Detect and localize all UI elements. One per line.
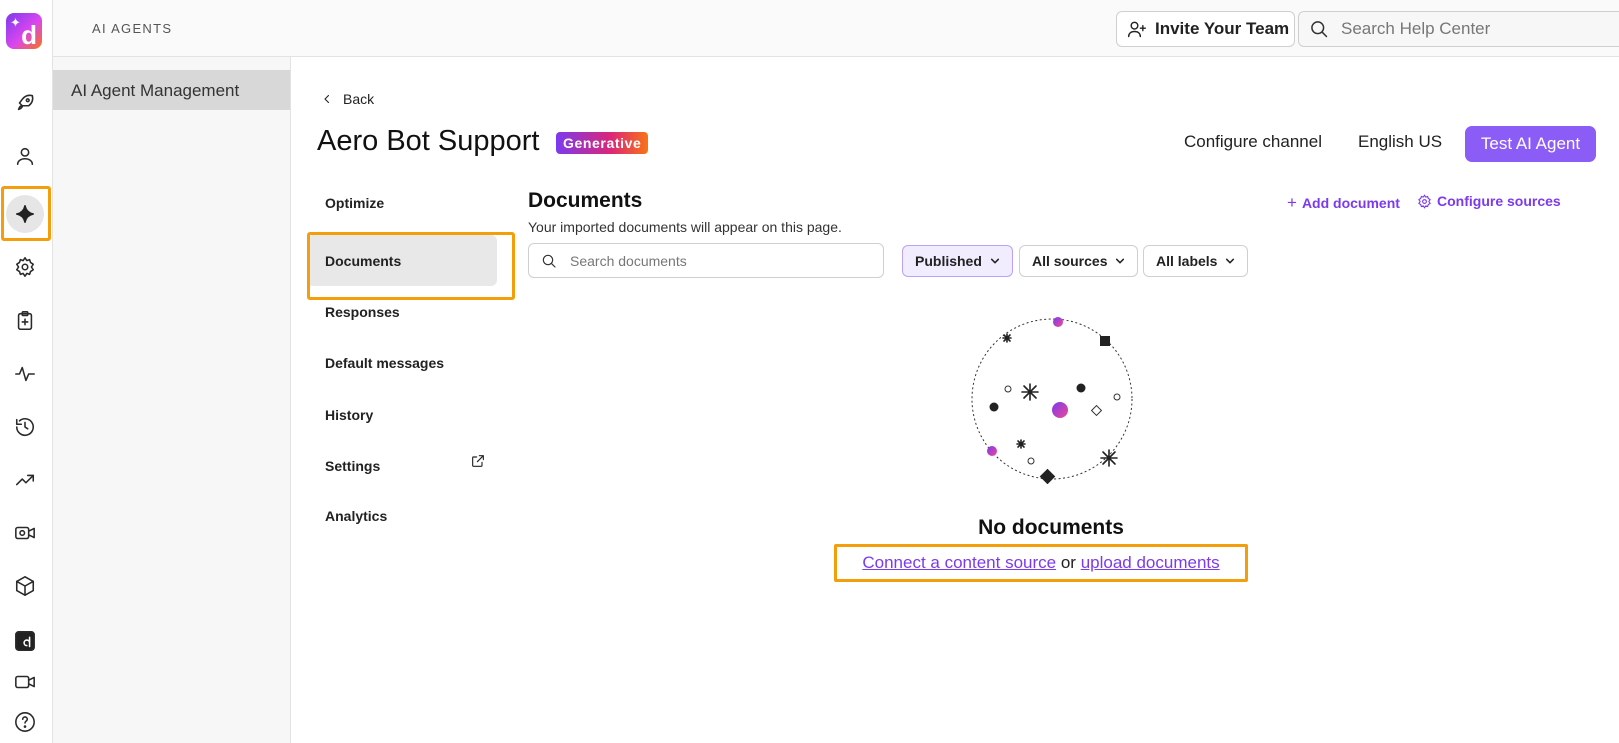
add-document-button[interactable]: + Add document	[1287, 193, 1400, 213]
back-label: Back	[343, 91, 375, 107]
breadcrumb: AI AGENTS	[92, 21, 173, 36]
documents-title: Documents	[528, 189, 643, 212]
sources-filter-value: All sources	[1032, 253, 1108, 269]
plus-icon: +	[1287, 193, 1297, 212]
clipboard-sparkle-icon[interactable]	[9, 305, 41, 337]
active-highlight-box	[1, 186, 51, 241]
documents-subtitle: Your imported documents will appear on t…	[528, 219, 842, 235]
connect-content-source-link[interactable]: Connect a content source	[862, 553, 1056, 572]
status-filter-value: Published	[915, 253, 982, 269]
top-bar: AI AGENTS Invite Your Team	[53, 0, 1619, 57]
upload-documents-link[interactable]: upload documents	[1081, 553, 1220, 572]
user-plus-icon	[1127, 21, 1147, 38]
help-center-search[interactable]	[1298, 11, 1619, 47]
configure-channel-button[interactable]: Configure channel	[1184, 132, 1322, 152]
or-text: or	[1060, 553, 1076, 572]
documents-search-input[interactable]	[570, 252, 860, 269]
gear-icon	[1418, 193, 1431, 209]
empty-state-actions: Connect a content source or upload docum…	[834, 553, 1248, 573]
logo-sparkle-icon: ✦	[10, 15, 21, 30]
video-gear-icon[interactable]	[9, 517, 41, 549]
empty-state-illustration	[971, 317, 1133, 484]
labels-filter-value: All labels	[1156, 253, 1218, 269]
camera-icon[interactable]	[9, 666, 41, 698]
pulse-icon[interactable]	[9, 358, 41, 390]
search-icon	[542, 254, 556, 268]
test-ai-agent-button[interactable]: Test AI Agent	[1465, 126, 1596, 162]
main-content: Back Aero Bot Support Generative Configu…	[291, 57, 1619, 743]
external-link-icon[interactable]	[470, 453, 486, 469]
invite-team-label: Invite Your Team	[1155, 19, 1290, 38]
documents-search[interactable]	[528, 243, 884, 278]
tab-default-messages[interactable]: Default messages	[307, 337, 497, 388]
gear-icon[interactable]	[9, 251, 41, 283]
app-logo[interactable]: ✦ d	[6, 13, 42, 49]
tab-analytics[interactable]: Analytics	[307, 490, 497, 541]
chevron-down-icon	[1226, 258, 1235, 264]
status-filter-dropdown[interactable]: Published	[902, 245, 1013, 277]
tab-highlight-box	[307, 232, 515, 300]
chevron-down-icon	[1116, 258, 1125, 264]
cube-icon[interactable]	[9, 570, 41, 602]
chevron-down-icon	[990, 258, 999, 264]
labels-filter-dropdown[interactable]: All labels	[1143, 245, 1249, 277]
tab-settings[interactable]: Settings	[307, 440, 497, 491]
search-icon	[1311, 21, 1328, 38]
icon-rail: ✦ d	[0, 0, 53, 743]
tab-history[interactable]: History	[307, 389, 497, 440]
user-icon[interactable]	[9, 140, 41, 172]
generative-badge: Generative	[556, 132, 649, 154]
d-app-icon[interactable]	[9, 625, 41, 657]
tab-optimize[interactable]: Optimize	[307, 177, 497, 228]
subnav-item-ai-agent-management[interactable]: AI Agent Management	[53, 70, 290, 110]
chevron-left-icon	[324, 94, 330, 104]
add-document-label: Add document	[1301, 195, 1400, 211]
language-selector[interactable]: English US	[1358, 132, 1442, 152]
sources-filter-dropdown[interactable]: All sources	[1019, 245, 1139, 277]
invite-team-button[interactable]: Invite Your Team	[1116, 11, 1295, 47]
back-link[interactable]: Back	[321, 91, 374, 107]
trend-up-icon[interactable]	[9, 464, 41, 496]
configure-sources-button[interactable]: Configure sources	[1417, 193, 1561, 209]
configure-sources-label: Configure sources	[1437, 193, 1561, 209]
help-icon[interactable]	[9, 706, 41, 738]
secondary-nav: AI Agent Management	[53, 57, 291, 743]
rocket-icon[interactable]	[9, 87, 41, 119]
page-title: Aero Bot Support	[317, 125, 540, 157]
empty-state-title: No documents	[978, 516, 1124, 539]
help-search-input[interactable]	[1341, 19, 1619, 39]
logo-letter: d	[21, 20, 37, 50]
history-icon[interactable]	[9, 411, 41, 443]
